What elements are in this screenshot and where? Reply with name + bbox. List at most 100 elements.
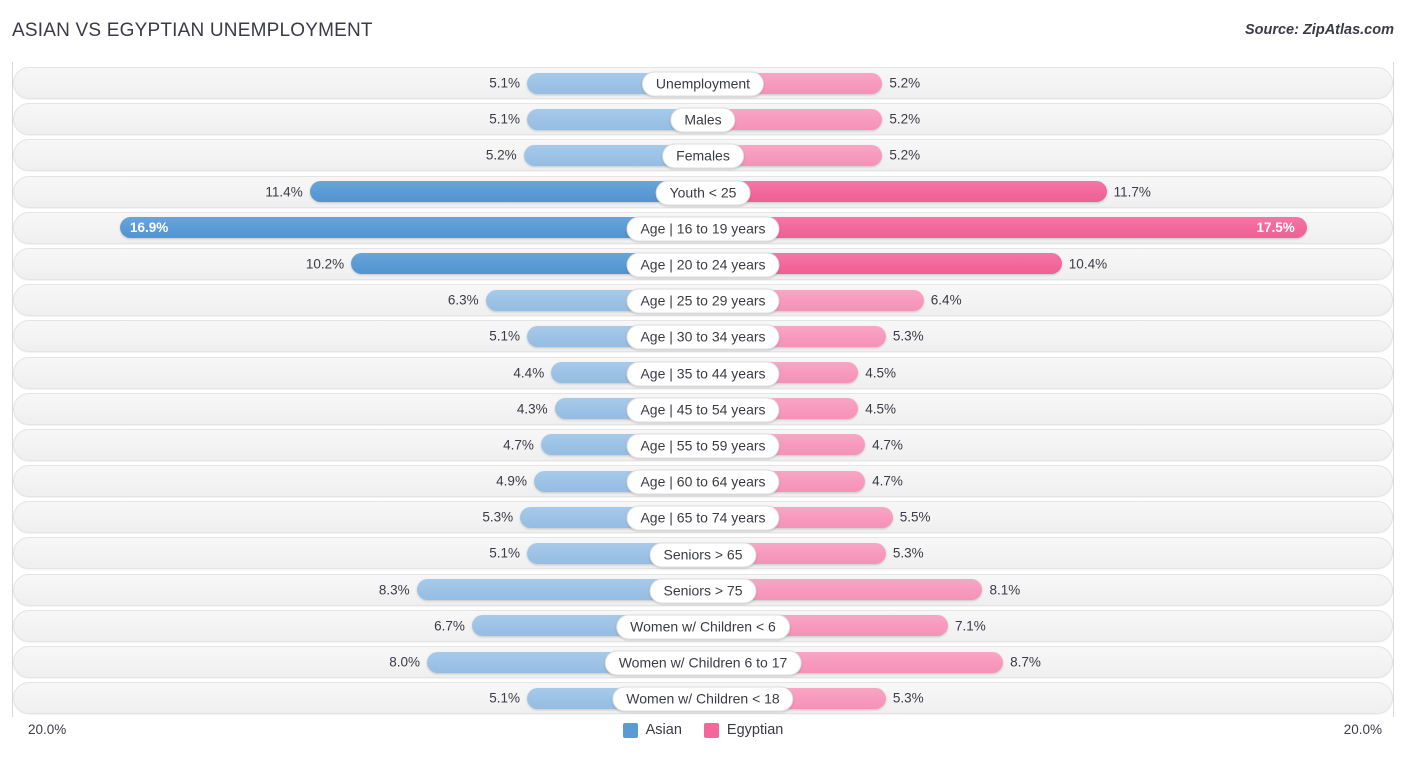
egyptian-value-label: 4.5% [865, 365, 897, 380]
egyptian-value-label: 4.5% [865, 401, 897, 417]
asian-side: 5.2% [13, 139, 703, 171]
row-category-label[interactable]: Seniors > 75 [649, 578, 757, 604]
egyptian-side: 4.5% [703, 357, 1393, 389]
asian-side: 4.4% [13, 357, 703, 389]
table-row[interactable]: 6.3% 6.4% Age | 25 to 29 years [13, 283, 1393, 319]
asian-value-label: 6.7% [434, 618, 465, 634]
table-row[interactable]: 8.3% 8.1% Seniors > 75 [13, 573, 1393, 609]
egyptian-side: 5.3% [703, 537, 1393, 569]
egyptian-side: 5.2% [703, 103, 1393, 135]
legend-label: Egyptian [726, 722, 784, 738]
table-row[interactable]: 8.0% 8.7% Women w/ Children 6 to 17 [13, 645, 1393, 681]
row-category-label[interactable]: Unemployment [641, 71, 765, 97]
table-row[interactable]: 16.9% 17.5% Age | 16 to 19 years [13, 211, 1393, 247]
egyptian-value-label: 5.3% [892, 545, 924, 561]
table-row[interactable]: 4.9% 4.7% Age | 60 to 64 years [13, 464, 1393, 500]
asian-value-label: 5.1% [489, 75, 521, 91]
asian-value-label: 5.2% [485, 147, 517, 163]
egyptian-value-label: 7.1% [954, 618, 986, 634]
page-title: ASIAN VS EGYPTIAN UNEMPLOYMENT [12, 20, 373, 41]
asian-side: 6.3% [13, 284, 703, 316]
asian-side: 5.1% [13, 103, 703, 135]
row-category-label[interactable]: Age | 60 to 64 years [626, 469, 780, 495]
row-category-label[interactable]: Age | 55 to 59 years [626, 433, 780, 459]
egyptian-side: 6.4% [703, 284, 1393, 316]
egyptian-side: 4.7% [703, 465, 1393, 497]
asian-value-label: 4.9% [496, 473, 527, 489]
egyptian-side: 4.5% [703, 393, 1393, 425]
egyptian-side: 11.7% [703, 176, 1393, 208]
row-category-label[interactable]: Age | 25 to 29 years [626, 288, 780, 314]
table-row[interactable]: 5.1% 5.2% Males [13, 102, 1393, 138]
asian-side: 5.3% [13, 501, 703, 533]
egyptian-bar[interactable]: 11.7% [703, 181, 1151, 203]
egyptian-side: 8.7% [703, 646, 1393, 678]
legend-item[interactable]: Egyptian [703, 722, 784, 738]
row-category-label[interactable]: Age | 16 to 19 years [626, 216, 780, 242]
asian-side: 6.7% [13, 610, 703, 642]
table-row[interactable]: 4.7% 4.7% Age | 55 to 59 years [13, 428, 1393, 464]
egyptian-value-label: 4.7% [872, 473, 903, 489]
source-attribution: Source: ZipAtlas.com [1244, 22, 1394, 38]
table-row[interactable]: 5.1% 5.2% Unemployment [13, 66, 1393, 102]
asian-value-label: 6.3% [447, 292, 479, 308]
asian-value-label: 8.3% [378, 582, 410, 598]
asian-side: 5.1% [13, 682, 703, 714]
legend-swatch-icon [703, 722, 719, 738]
table-row[interactable]: 10.2% 10.4% Age | 20 to 24 years [13, 247, 1393, 283]
asian-side: 8.3% [13, 574, 703, 606]
egyptian-value-label: 4.7% [872, 437, 903, 453]
row-category-label[interactable]: Females [662, 143, 744, 169]
row-category-label[interactable]: Age | 45 to 54 years [626, 397, 780, 423]
row-category-label[interactable]: Women w/ Children < 18 [612, 686, 794, 712]
asian-bar[interactable]: 11.4% [265, 181, 703, 203]
table-row[interactable]: 5.1% 5.3% Women w/ Children < 18 [13, 681, 1393, 717]
table-row[interactable]: 6.7% 7.1% Women w/ Children < 6 [13, 609, 1393, 645]
asian-value-label: 5.1% [489, 545, 521, 561]
asian-side: 8.0% [13, 646, 703, 678]
chart-footer: 20.0% 20.0% Asian Egyptian [12, 718, 1394, 748]
legend-label: Asian [645, 722, 682, 738]
egyptian-side: 10.4% [703, 248, 1393, 280]
row-category-label[interactable]: Youth < 25 [655, 180, 751, 206]
egyptian-value-label: 5.2% [889, 111, 921, 127]
table-row[interactable]: 4.4% 4.5% Age | 35 to 44 years [13, 356, 1393, 392]
table-row[interactable]: 4.3% 4.5% Age | 45 to 54 years [13, 392, 1393, 428]
egyptian-value-label: 8.1% [989, 582, 1021, 598]
asian-side: 11.4% [13, 176, 703, 208]
egyptian-bar[interactable]: 17.5% [703, 217, 1307, 239]
row-category-label[interactable]: Women w/ Children < 6 [616, 614, 790, 640]
egyptian-value-label: 5.5% [899, 509, 931, 525]
table-row[interactable]: 5.1% 5.3% Seniors > 65 [13, 536, 1393, 572]
asian-value-label: 5.1% [489, 690, 521, 706]
chart-plot-area: 5.1% 5.2% Unemployment 5.1% 5.2% Males 5.2% 5.2… [12, 62, 1394, 717]
chart-page: ASIAN VS EGYPTIAN UNEMPLOYMENT Source: Z… [0, 0, 1406, 757]
asian-value-label: 4.3% [516, 401, 548, 417]
asian-value-label: 11.4% [265, 184, 303, 200]
asian-bar[interactable]: 16.9% [119, 217, 703, 239]
asian-value-label: 8.0% [389, 654, 420, 670]
row-category-label[interactable]: Age | 20 to 24 years [626, 252, 780, 278]
legend-item[interactable]: Asian [622, 722, 682, 738]
table-row[interactable]: 11.4% 11.7% Youth < 25 [13, 175, 1393, 211]
row-category-label[interactable]: Seniors > 65 [649, 542, 757, 568]
egyptian-side: 5.3% [703, 320, 1393, 352]
table-row[interactable]: 5.1% 5.3% Age | 30 to 34 years [13, 319, 1393, 355]
legend-swatch-icon [622, 722, 638, 738]
egyptian-value-label: 17.5% [1256, 220, 1295, 236]
asian-side: 16.9% [13, 212, 703, 244]
row-category-label[interactable]: Males [670, 107, 736, 133]
asian-value-label: 4.4% [513, 365, 545, 380]
egyptian-value-label: 5.3% [892, 328, 924, 344]
table-row[interactable]: 5.3% 5.5% Age | 65 to 74 years [13, 500, 1393, 536]
table-row[interactable]: 5.2% 5.2% Females [13, 138, 1393, 174]
asian-value-label: 5.1% [489, 328, 521, 344]
asian-value-label: 10.2% [305, 256, 345, 272]
row-category-label[interactable]: Women w/ Children 6 to 17 [604, 650, 802, 676]
asian-value-label: 16.9% [129, 220, 169, 236]
row-category-label[interactable]: Age | 35 to 44 years [626, 361, 780, 387]
row-category-label[interactable]: Age | 65 to 74 years [626, 505, 780, 531]
egyptian-value-label: 10.4% [1068, 256, 1108, 272]
row-category-label[interactable]: Age | 30 to 34 years [626, 324, 780, 350]
asian-side: 10.2% [13, 248, 703, 280]
